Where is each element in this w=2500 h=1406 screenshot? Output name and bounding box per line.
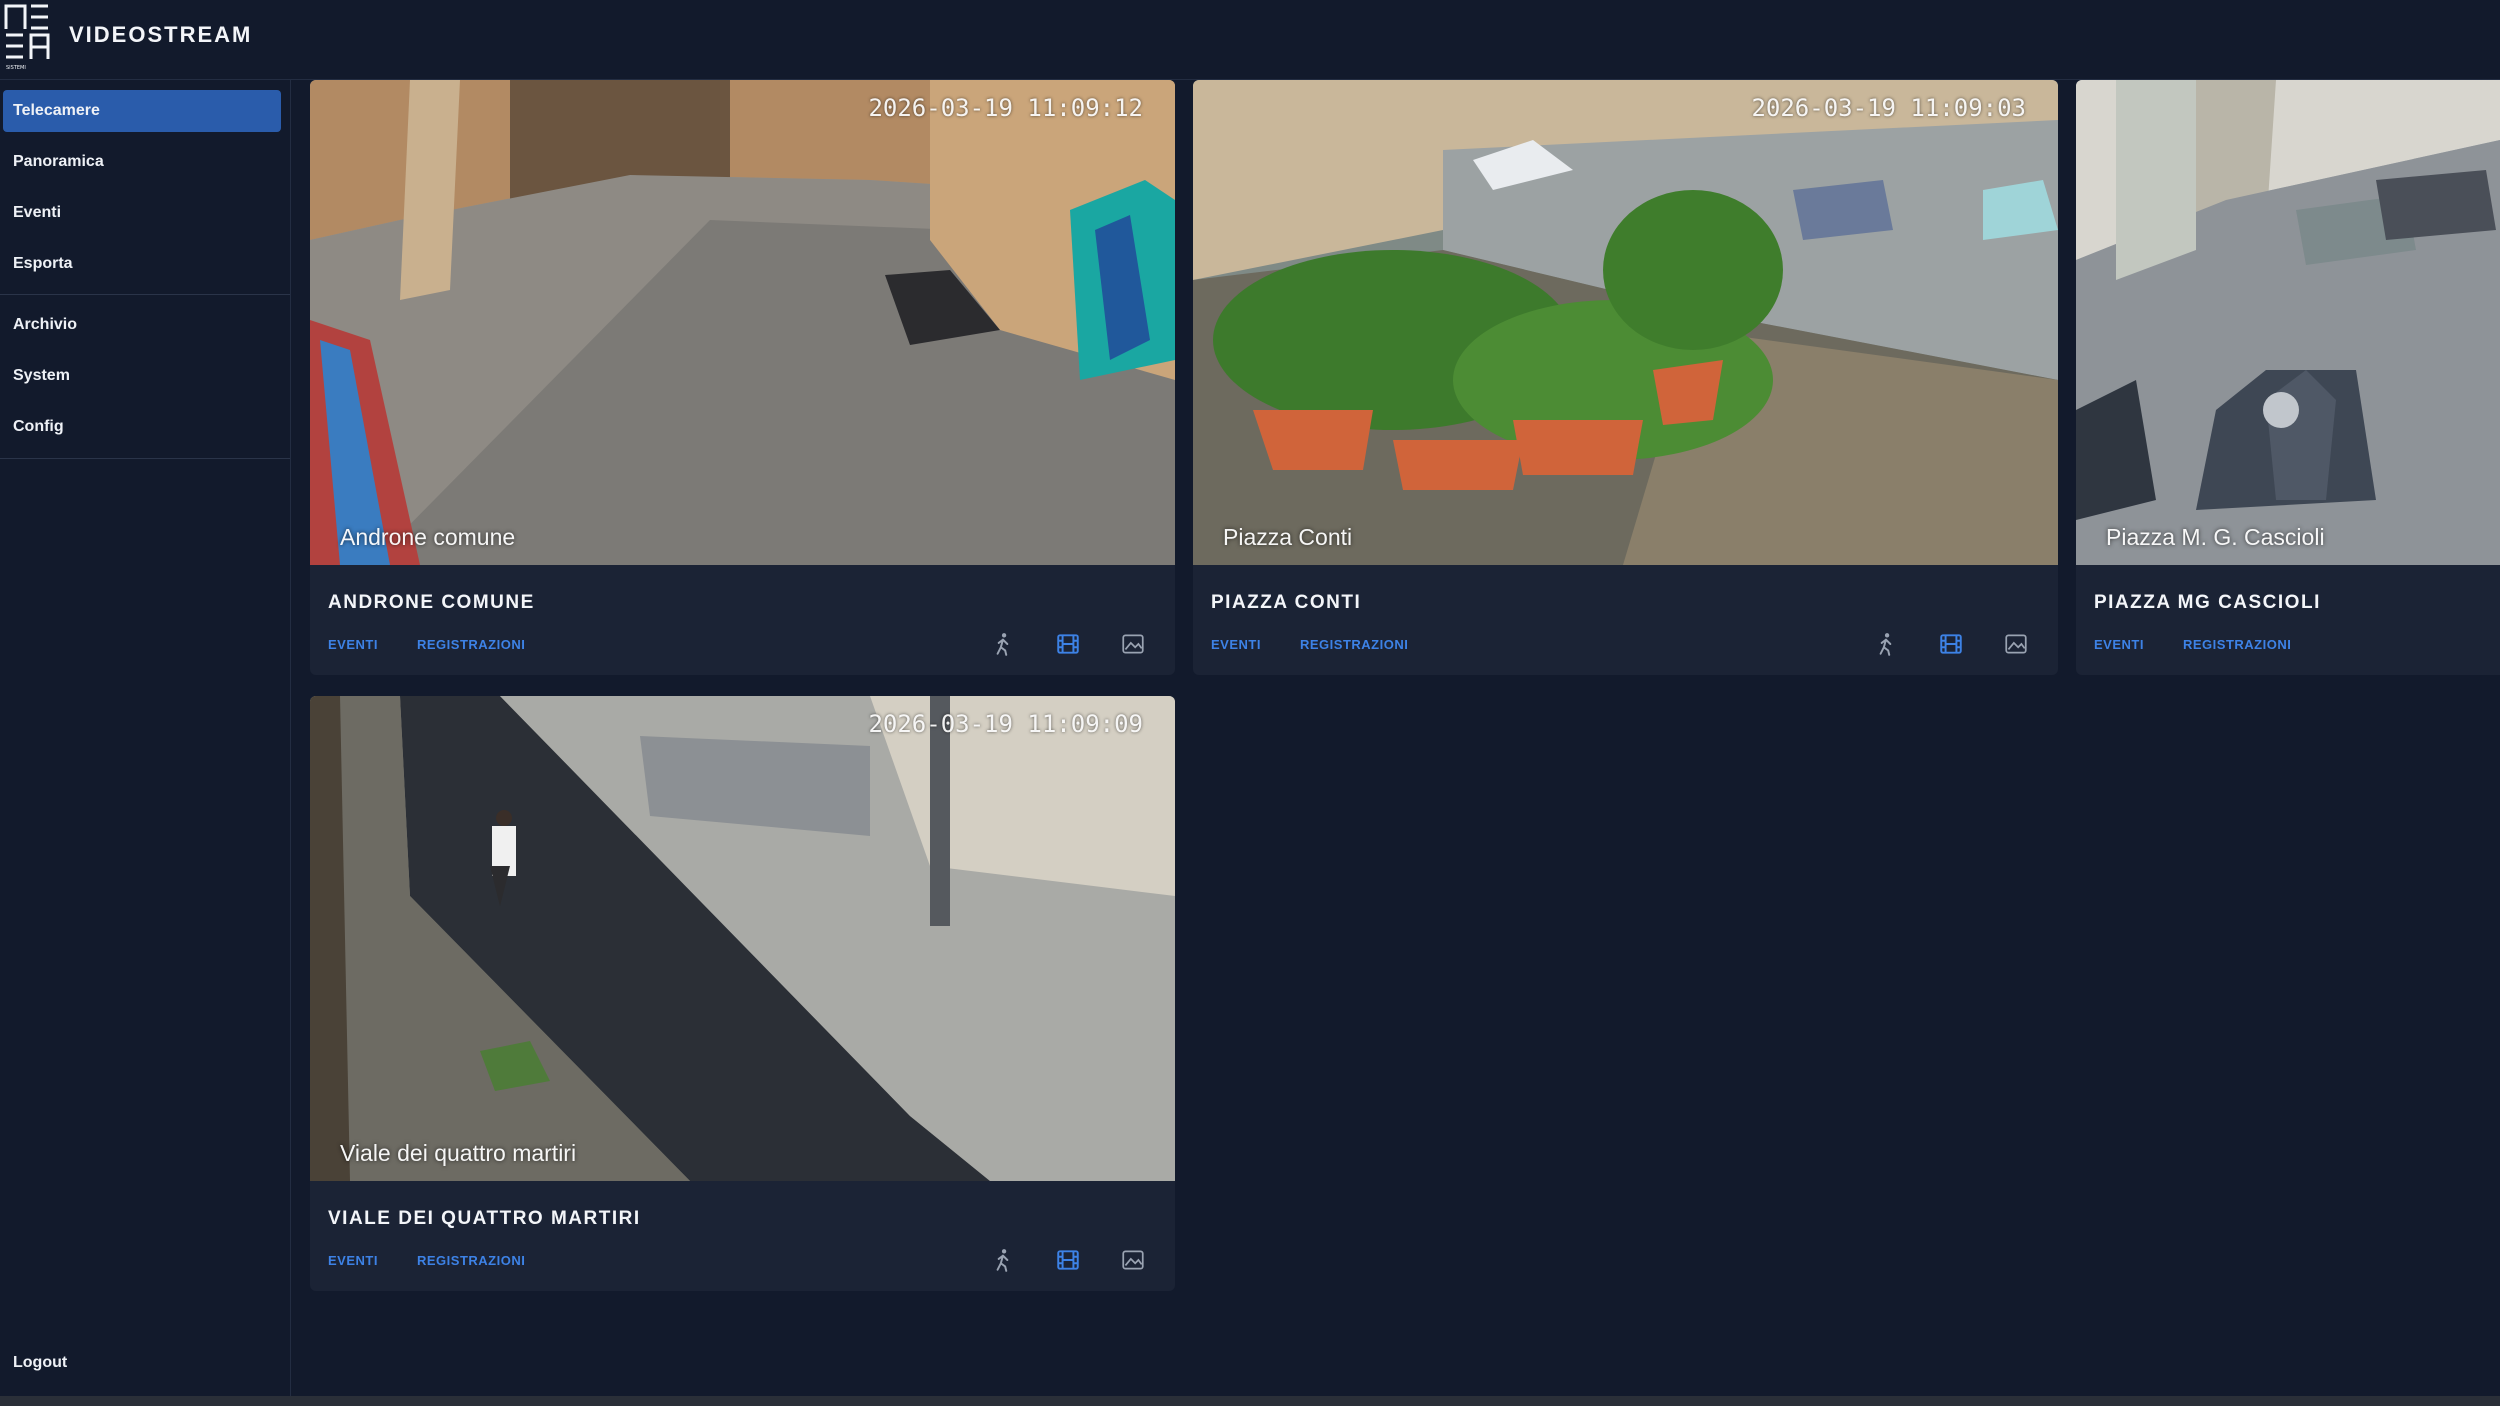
camera-title: ANDRONE COMUNE <box>328 592 535 613</box>
camera-card-piazza-conti: 2026-03-19 11:09:03 Piazza Conti PIAZZA … <box>1193 80 2058 675</box>
camera-title: PIAZZA CONTI <box>1211 592 1362 613</box>
sidebar-item-config[interactable]: Config <box>3 406 281 448</box>
person-walking-icon[interactable] <box>990 1247 1016 1273</box>
recordings-link[interactable]: REGISTRAZIONI <box>417 637 525 652</box>
feed-timestamp: 2026-03-19 11:09:12 <box>868 94 1143 122</box>
film-icon[interactable] <box>1055 1247 1081 1273</box>
feed-timestamp: 2026-03-19 11:09:09 <box>868 710 1143 738</box>
image-icon[interactable] <box>2003 631 2029 657</box>
feed-timestamp: 2026-03-19 11:09:03 <box>1751 94 2026 122</box>
sidebar-divider <box>0 294 290 295</box>
app-title: VIDEOSTREAM <box>69 22 253 47</box>
sidebar-item-esporta[interactable]: Esporta <box>3 243 281 285</box>
film-icon[interactable] <box>1055 631 1081 657</box>
events-link[interactable]: EVENTI <box>2094 637 2144 652</box>
recordings-link[interactable]: REGISTRAZIONI <box>2183 637 2291 652</box>
camera-card-viale-dei-quattro-martiri: 2026-03-19 11:09:09 Viale dei quattro ma… <box>310 696 1175 1291</box>
sidebar-item-system[interactable]: System <box>3 355 281 397</box>
camera-card-piazza-mg-cascioli: Piazza M. G. Cascioli PIAZZA MG CASCIOLI… <box>2076 80 2500 675</box>
logo-icon: SISTEMI <box>4 4 50 71</box>
sidebar-item-eventi[interactable]: Eventi <box>3 192 281 234</box>
feed-overlay-name: Piazza M. G. Cascioli <box>2106 524 2325 550</box>
camera-title: PIAZZA MG CASCIOLI <box>2094 592 2321 613</box>
image-icon[interactable] <box>1120 1247 1146 1273</box>
camera-card-androne-comune: 2026-03-19 11:09:12 Androne comune ANDRO… <box>310 80 1175 675</box>
camera-title: VIALE DEI QUATTRO MARTIRI <box>328 1208 641 1229</box>
person-walking-icon[interactable] <box>990 631 1016 657</box>
camera-feed[interactable]: 2026-03-19 11:09:12 Androne comune <box>310 80 1175 565</box>
recordings-link[interactable]: REGISTRAZIONI <box>1300 637 1408 652</box>
camera-feed[interactable]: 2026-03-19 11:09:09 Viale dei quattro ma… <box>310 696 1175 1181</box>
svg-text:SISTEMI: SISTEMI <box>6 65 26 71</box>
feed-overlay-name: Viale dei quattro martiri <box>340 1140 577 1166</box>
image-icon[interactable] <box>1120 631 1146 657</box>
recordings-link[interactable]: REGISTRAZIONI <box>417 1253 525 1268</box>
feed-overlay-name: Piazza Conti <box>1223 524 1353 550</box>
sidebar-item-telecamere[interactable]: Telecamere <box>3 90 281 132</box>
horizontal-scrollbar[interactable] <box>0 1396 2500 1406</box>
film-icon[interactable] <box>1938 631 1964 657</box>
camera-feed[interactable]: 2026-03-19 11:09:03 Piazza Conti <box>1193 80 2058 565</box>
sidebar-item-archivio[interactable]: Archivio <box>3 304 281 346</box>
feed-overlay-name: Androne comune <box>340 524 516 550</box>
events-link[interactable]: EVENTI <box>328 637 378 652</box>
person-walking-icon[interactable] <box>1873 631 1899 657</box>
events-link[interactable]: EVENTI <box>1211 637 1261 652</box>
camera-feed[interactable]: Piazza M. G. Cascioli <box>2076 80 2500 565</box>
app-header: SISTEMI VIDEOSTREAM <box>0 0 2500 80</box>
sidebar-item-panoramica[interactable]: Panoramica <box>3 141 281 183</box>
sidebar: Telecamere Panoramica Eventi Esporta Arc… <box>0 80 291 1400</box>
sidebar-divider <box>0 458 290 459</box>
logout-button[interactable]: Logout <box>13 1354 67 1372</box>
events-link[interactable]: EVENTI <box>328 1253 378 1268</box>
